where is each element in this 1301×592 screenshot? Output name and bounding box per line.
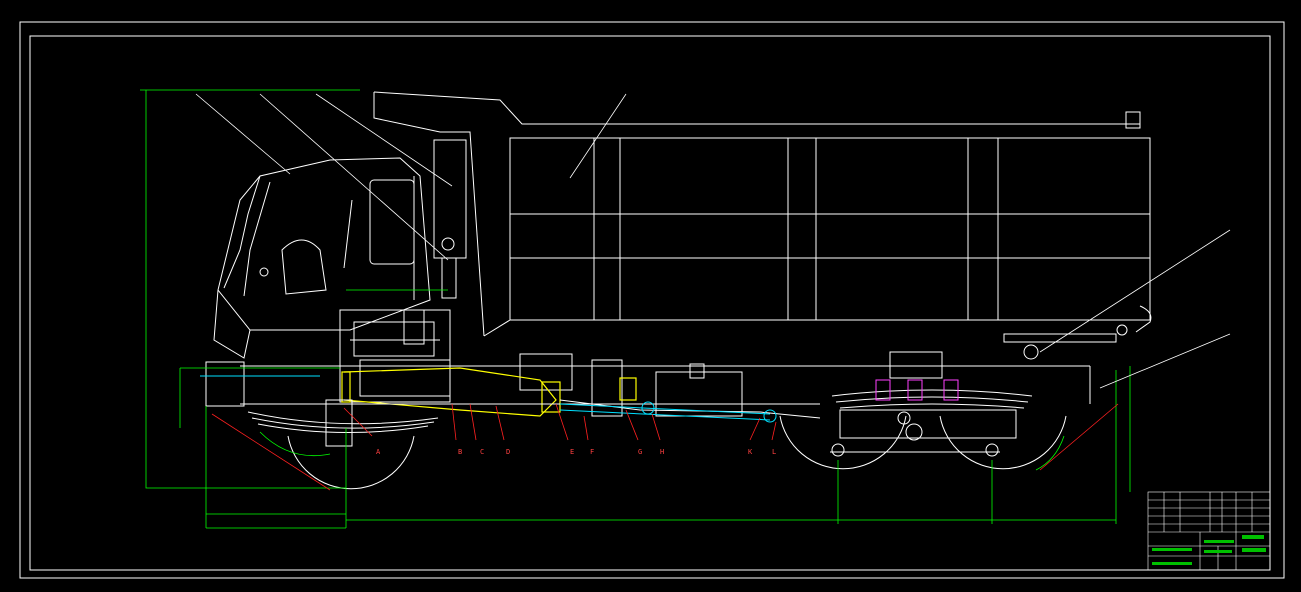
front-wheel <box>287 435 415 490</box>
cab <box>205 157 431 407</box>
title-block <box>1147 491 1271 571</box>
engine-block <box>339 309 743 417</box>
hoist-cylinder <box>433 139 467 299</box>
label-C: C <box>480 448 484 456</box>
dump-body <box>373 91 1152 360</box>
front-suspension <box>247 399 439 447</box>
rear-wheel-2 <box>939 415 1067 470</box>
label-K: K <box>748 448 753 456</box>
section-labels: A B C D E F G H K L <box>376 448 776 456</box>
drive-shaft <box>200 375 777 423</box>
label-A: A <box>376 448 381 456</box>
label-D: D <box>506 448 510 456</box>
dimension-lines <box>140 89 1131 529</box>
leader-lines <box>211 403 1119 491</box>
label-G: G <box>638 448 642 456</box>
label-E: E <box>570 448 574 456</box>
wheels <box>287 411 1067 490</box>
title-block-fills <box>1152 535 1266 565</box>
rear-suspension <box>830 389 1033 453</box>
label-H: H <box>660 448 664 456</box>
label-F: F <box>590 448 594 456</box>
chassis-rail <box>240 351 1091 419</box>
label-B: B <box>458 448 462 456</box>
label-L: L <box>772 448 776 456</box>
rear-wheel-1 <box>779 415 907 470</box>
cad-drawing-canvas: A B C D E F G H K L <box>19 21 1285 579</box>
